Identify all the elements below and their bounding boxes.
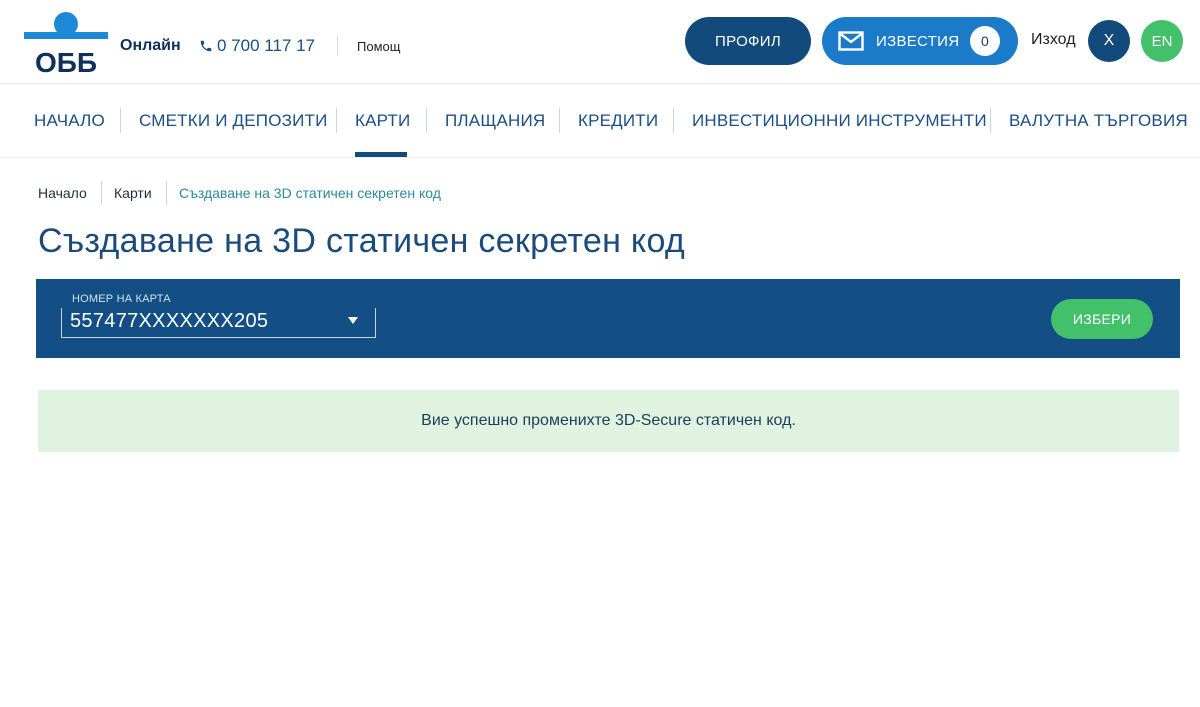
logout-link[interactable]: Изход	[1031, 31, 1076, 49]
phone-number: 0 700 117 17	[217, 36, 315, 55]
language-label: EN	[1151, 32, 1173, 50]
nav-item-payments[interactable]: ПЛАЩАНИЯ	[445, 111, 545, 131]
chevron-down-icon[interactable]	[348, 317, 358, 324]
card-number-label: НОМЕР НА КАРТА	[72, 293, 171, 305]
breadcrumb-divider	[101, 181, 102, 205]
card-number-value[interactable]: 557477XXXXXXX205	[70, 310, 268, 333]
page-title: Създаване на 3D статичен секретен код	[38, 222, 686, 260]
nav-divider	[120, 108, 121, 133]
envelope-icon	[838, 31, 864, 51]
notifications-button[interactable]: ИЗВЕСТИЯ 0	[822, 17, 1018, 65]
notifications-label: ИЗВЕСТИЯ	[876, 32, 960, 50]
nav-divider	[673, 108, 674, 133]
active-tab-indicator	[355, 152, 407, 157]
online-label: Онлайн	[120, 37, 181, 54]
profile-button-label: ПРОФИЛ	[715, 32, 781, 50]
success-message: Вие успешно променихте 3D-Secure статиче…	[38, 390, 1179, 452]
main-nav: НАЧАЛО СМЕТКИ И ДЕПОЗИТИ КАРТИ ПЛАЩАНИЯ …	[0, 84, 1200, 158]
language-button[interactable]: EN	[1141, 20, 1183, 62]
nav-divider	[336, 108, 337, 133]
breadcrumb-current: Създаване на 3D статичен секретен код	[179, 185, 441, 201]
nav-item-home[interactable]: НАЧАЛО	[34, 111, 105, 131]
obb-logo[interactable]: ОББ	[24, 10, 108, 78]
phone-link[interactable]: 0 700 117 17	[199, 36, 315, 56]
close-button[interactable]: X	[1088, 20, 1130, 62]
breadcrumb-divider	[166, 181, 167, 205]
help-link[interactable]: Помощ	[357, 39, 400, 54]
top-header: ОББ Онлайн 0 700 117 17 Помощ ПРОФИЛ ИЗВ…	[0, 0, 1200, 84]
nav-item-loans[interactable]: КРЕДИТИ	[578, 111, 658, 131]
select-card-button-label: ИЗБЕРИ	[1072, 311, 1132, 327]
logo-text: ОББ	[35, 47, 97, 74]
phone-icon	[200, 40, 212, 52]
select-card-button[interactable]: ИЗБЕРИ	[1051, 299, 1153, 339]
header-divider	[337, 36, 338, 56]
nav-item-accounts[interactable]: СМЕТКИ И ДЕПОЗИТИ	[139, 111, 328, 131]
profile-button[interactable]: ПРОФИЛ	[685, 17, 811, 65]
card-selector-panel: НОМЕР НА КАРТА 557477XXXXXXX205 ИЗБЕРИ	[36, 279, 1180, 358]
nav-divider	[990, 108, 991, 133]
breadcrumb-cards[interactable]: Карти	[114, 185, 152, 201]
breadcrumb-home[interactable]: Начало	[38, 185, 87, 201]
nav-divider	[426, 108, 427, 133]
notifications-count-badge: 0	[970, 26, 1000, 56]
success-message-text: Вие успешно променихте 3D-Secure статиче…	[421, 412, 796, 429]
close-label: X	[1103, 32, 1115, 49]
nav-divider	[559, 108, 560, 133]
nav-item-cards[interactable]: КАРТИ	[355, 111, 410, 131]
nav-item-fx-trading[interactable]: ВАЛУТНА ТЪРГОВИЯ	[1009, 111, 1188, 131]
nav-item-investments[interactable]: ИНВЕСТИЦИОННИ ИНСТРУМЕНТИ	[692, 111, 987, 131]
